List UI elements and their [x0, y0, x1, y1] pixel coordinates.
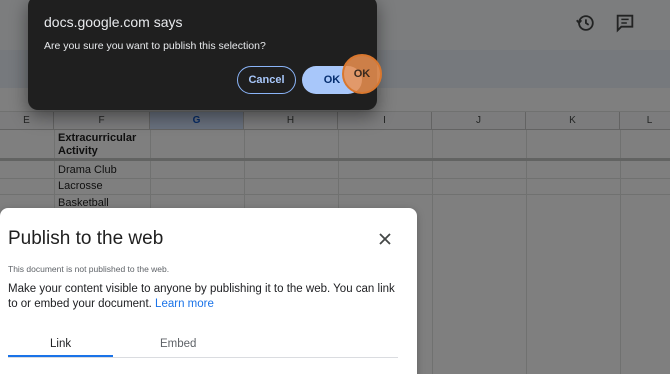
- cancel-button[interactable]: Cancel: [237, 66, 296, 94]
- learn-more-link[interactable]: Learn more: [155, 298, 214, 310]
- active-tab-indicator: [8, 355, 113, 357]
- tab-embed[interactable]: Embed: [160, 338, 196, 350]
- publish-dialog: Publish to the web This document is not …: [0, 208, 417, 374]
- confirm-dialog: docs.google.com says Are you sure you wa…: [28, 0, 382, 110]
- tab-bar: Link Embed: [8, 336, 398, 358]
- confirm-title: docs.google.com says: [44, 14, 183, 30]
- publish-status: This document is not published to the we…: [8, 264, 170, 274]
- click-marker-label: OK: [353, 68, 371, 80]
- close-icon[interactable]: [376, 230, 394, 248]
- confirm-message: Are you sure you want to publish this se…: [44, 40, 266, 52]
- publish-description: Make your content visible to anyone by p…: [8, 282, 403, 312]
- tab-link[interactable]: Link: [50, 338, 71, 350]
- dialog-title: Publish to the web: [8, 228, 164, 249]
- click-marker: OK: [342, 54, 382, 94]
